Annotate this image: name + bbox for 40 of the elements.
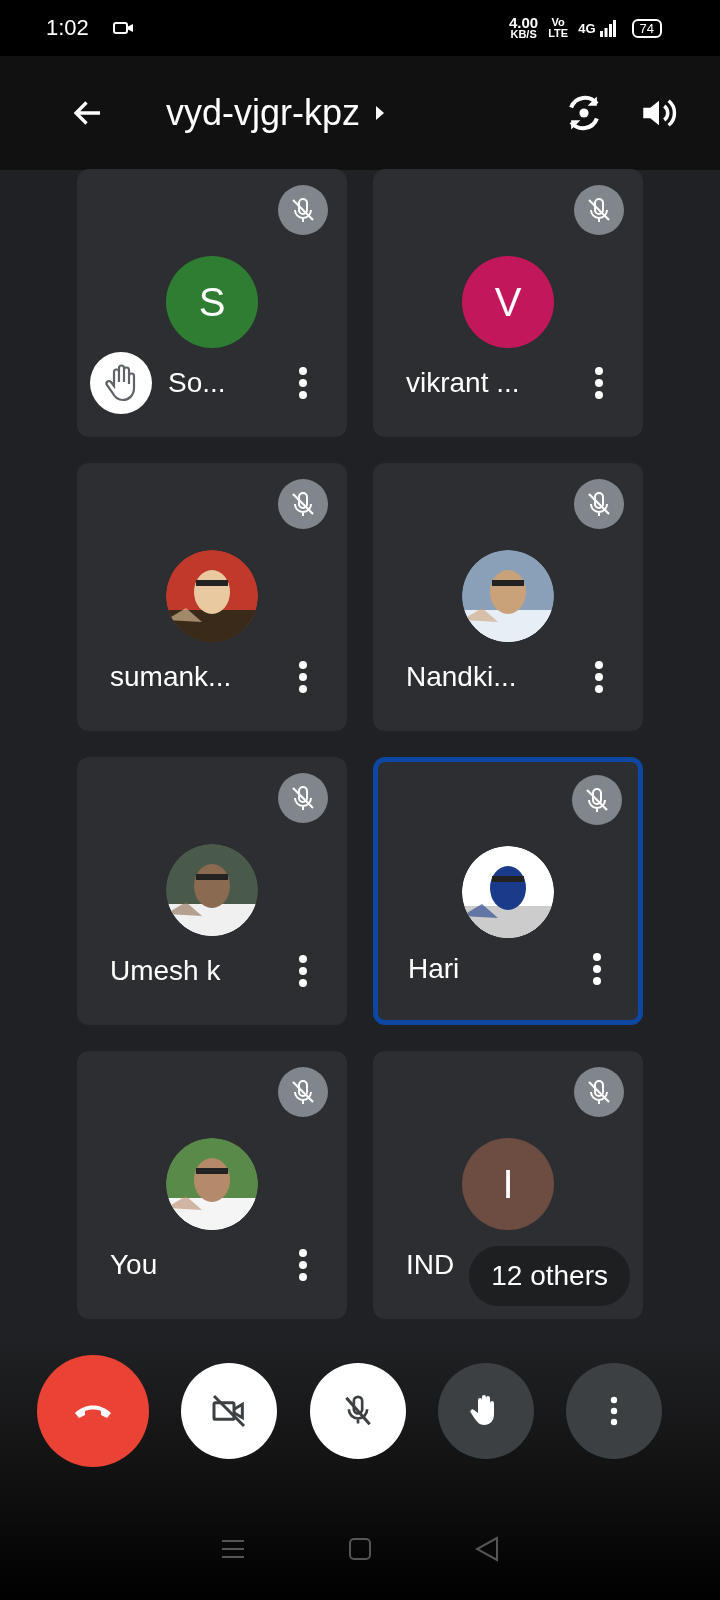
more-options-icon[interactable] [298,660,308,694]
participant-tile[interactable]: sumank... [77,463,347,731]
participant-tile[interactable]: I IND 12 others [373,1051,643,1319]
participant-tile[interactable]: Umesh k [77,757,347,1025]
volte-label: Vo [551,17,565,28]
signal-icon [599,19,616,37]
participant-tile[interactable]: Nandki... [373,463,643,731]
participant-name: Umesh k [110,955,221,987]
network-type: 4G [578,20,596,36]
avatar: V [462,256,554,348]
data-speed: 4.00 [509,16,539,29]
others-count-chip[interactable]: 12 others [469,1246,630,1306]
participant-name: sumank... [110,661,232,693]
avatar: I [462,1138,554,1230]
participant-name: vikrant ... [406,367,520,399]
participant-tile[interactable]: You [77,1051,347,1319]
status-time: 1:02 [46,15,89,41]
battery-level: 74 [631,18,662,38]
more-options-icon[interactable] [592,952,602,986]
participant-name: Nandki... [406,661,517,693]
participant-tile[interactable]: S So... [77,169,347,437]
participant-tile[interactable]: Hari [373,757,643,1025]
speed-unit: KB/S [510,29,537,40]
more-options-icon[interactable] [298,366,308,400]
video-camera-icon [112,20,135,36]
meeting-code[interactable]: vyd-vjgr-kpz [166,92,361,134]
more-options-icon[interactable] [298,954,308,988]
more-options-icon[interactable] [594,660,604,694]
participant-name: You [110,1249,158,1281]
menu-icon[interactable] [221,1539,246,1559]
lte-label: LTE [548,28,569,39]
participant-name: Hari [408,953,460,985]
more-options-icon [610,1396,618,1426]
participant-name: So... [168,367,226,399]
more-options-icon[interactable] [298,1248,308,1282]
home-icon[interactable] [348,1537,372,1561]
participant-tile[interactable]: V vikrant ... [373,169,643,437]
avatar: S [166,256,258,348]
participant-name: IND [406,1249,455,1281]
more-options-icon[interactable] [594,366,604,400]
